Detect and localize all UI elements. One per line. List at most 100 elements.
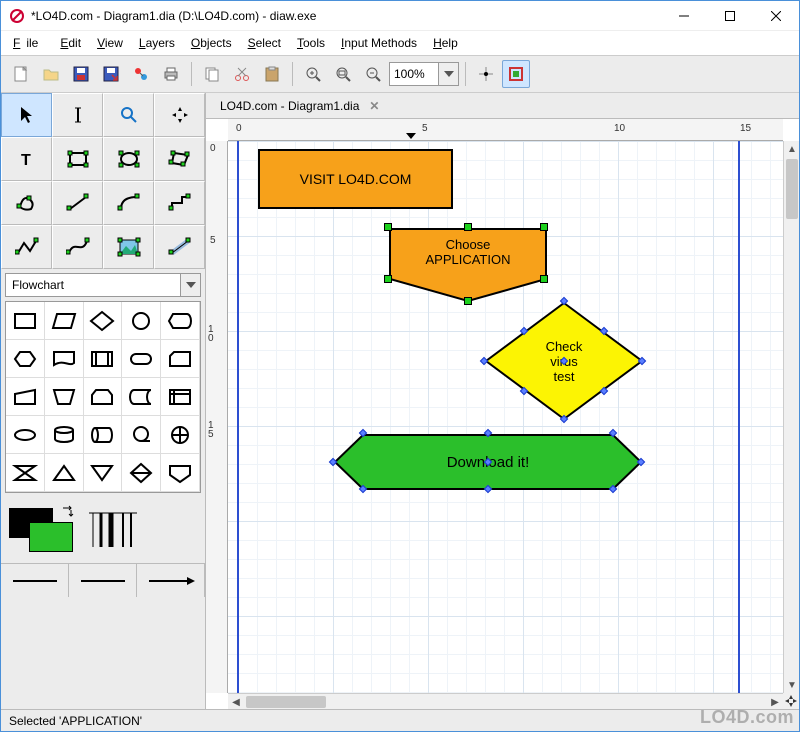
- menu-objects[interactable]: Objects: [185, 34, 238, 52]
- menu-input-methods[interactable]: Input Methods: [335, 34, 423, 52]
- snap-crosshair-button[interactable]: [472, 60, 500, 88]
- shape-text: APPLICATION: [388, 252, 548, 267]
- magnify-tool[interactable]: [103, 93, 154, 137]
- canvas[interactable]: VISIT LO4D.COM Choose APPLICATION: [228, 141, 783, 693]
- polygon-tool[interactable]: [154, 137, 205, 181]
- tab-close-icon[interactable]: ✕: [365, 99, 383, 113]
- paste-button[interactable]: [258, 60, 286, 88]
- window-title: *LO4D.com - Diagram1.dia (D:\LO4D.com) -…: [31, 9, 661, 23]
- shape-category-input[interactable]: [6, 278, 180, 292]
- outline-tool[interactable]: [154, 225, 205, 269]
- menu-help[interactable]: Help: [427, 34, 464, 52]
- line-tool[interactable]: [52, 181, 103, 225]
- menu-file[interactable]: File: [7, 34, 50, 52]
- flowchart-offpage-box[interactable]: Choose APPLICATION: [388, 227, 548, 303]
- zoom-in-button[interactable]: [299, 60, 327, 88]
- shape-stored-data[interactable]: [122, 378, 161, 416]
- line-end-arrow[interactable]: [137, 564, 205, 597]
- shape-merge[interactable]: [84, 454, 123, 492]
- shape-internal-storage[interactable]: [161, 378, 200, 416]
- ruler-tick: 10: [614, 123, 625, 134]
- color-swatches: [5, 499, 201, 559]
- zoom-out-button[interactable]: [359, 60, 387, 88]
- line-style-solid[interactable]: [69, 564, 137, 597]
- flowchart-decision-diamond[interactable]: Check virus test: [484, 301, 644, 421]
- fg-bg-swatch[interactable]: [5, 504, 75, 554]
- shape-sequential[interactable]: [122, 416, 161, 454]
- menu-view[interactable]: View: [91, 34, 129, 52]
- ellipse-tool[interactable]: [103, 137, 154, 181]
- shape-collate[interactable]: [6, 454, 45, 492]
- menu-edit[interactable]: Edit: [54, 34, 87, 52]
- scrollbar-vertical[interactable]: ▲ ▼: [783, 141, 799, 693]
- save-button[interactable]: [67, 60, 95, 88]
- nav-corner-icon[interactable]: [783, 693, 799, 709]
- chevron-down-icon[interactable]: [180, 274, 200, 296]
- polyline-tool[interactable]: [1, 225, 52, 269]
- shape-predefined[interactable]: [84, 340, 123, 378]
- stroke-samples[interactable]: [87, 507, 139, 551]
- minimize-button[interactable]: [661, 1, 707, 31]
- ruler-tick: 0: [236, 123, 242, 134]
- tool-grid: T: [1, 93, 205, 269]
- image-tool[interactable]: [103, 225, 154, 269]
- new-file-button[interactable]: [7, 60, 35, 88]
- zigzag-tool[interactable]: [154, 181, 205, 225]
- shape-io[interactable]: [45, 302, 84, 340]
- shape-palette: [5, 301, 201, 493]
- shape-card[interactable]: [161, 340, 200, 378]
- pointer-tool[interactable]: [1, 93, 52, 137]
- shape-terminal[interactable]: [122, 340, 161, 378]
- text-cursor-tool[interactable]: [52, 93, 103, 137]
- ruler-tick: 5: [422, 123, 428, 134]
- shape-sort[interactable]: [122, 454, 161, 492]
- shape-connector[interactable]: [122, 302, 161, 340]
- shape-offpage[interactable]: [161, 454, 200, 492]
- bezier-tool[interactable]: [52, 225, 103, 269]
- shape-or[interactable]: [161, 416, 200, 454]
- flowchart-preparation-hexagon[interactable]: Download it!: [333, 433, 643, 491]
- export-button[interactable]: [127, 60, 155, 88]
- line-start-none[interactable]: [1, 564, 69, 597]
- scroll-tool[interactable]: [154, 93, 205, 137]
- box-tool[interactable]: [52, 137, 103, 181]
- shape-display[interactable]: [161, 302, 200, 340]
- menu-tools[interactable]: Tools: [291, 34, 331, 52]
- shape-manual-input[interactable]: [6, 378, 45, 416]
- open-file-button[interactable]: [37, 60, 65, 88]
- text-tool[interactable]: T: [1, 137, 52, 181]
- menu-layers[interactable]: Layers: [133, 34, 181, 52]
- document-tab[interactable]: LO4D.com - Diagram1.dia ✕: [212, 96, 391, 116]
- ruler-horizontal: 0 5 10 15: [228, 119, 783, 141]
- save-as-button[interactable]: [97, 60, 125, 88]
- shape-extract[interactable]: [45, 454, 84, 492]
- close-button[interactable]: [753, 1, 799, 31]
- copy-button[interactable]: [198, 60, 226, 88]
- flowchart-process-box[interactable]: VISIT LO4D.COM: [258, 149, 453, 209]
- zoom-dropdown-icon[interactable]: [438, 63, 458, 85]
- shape-decision[interactable]: [84, 302, 123, 340]
- shape-delay[interactable]: [6, 416, 45, 454]
- zoom-input[interactable]: [390, 63, 438, 85]
- shape-transaction[interactable]: [6, 340, 45, 378]
- cut-button[interactable]: [228, 60, 256, 88]
- shape-process[interactable]: [6, 302, 45, 340]
- shape-loop-limit[interactable]: [84, 378, 123, 416]
- snap-object-button[interactable]: [502, 60, 530, 88]
- shape-direct-data[interactable]: [84, 416, 123, 454]
- menu-select[interactable]: Select: [242, 34, 287, 52]
- print-button[interactable]: [157, 60, 185, 88]
- shape-category-combobox[interactable]: [5, 273, 201, 297]
- beziergon-tool[interactable]: [1, 181, 52, 225]
- arc-tool[interactable]: [103, 181, 154, 225]
- zoom-fit-button[interactable]: [329, 60, 357, 88]
- shape-text: test: [484, 369, 644, 384]
- line-styles: [1, 563, 205, 597]
- shape-manual-op[interactable]: [45, 378, 84, 416]
- zoom-combobox[interactable]: [389, 62, 459, 86]
- shape-magnetic-disk[interactable]: [45, 416, 84, 454]
- shape-document[interactable]: [45, 340, 84, 378]
- scrollbar-horizontal[interactable]: ◀ ▶: [228, 693, 783, 709]
- ruler-tick: 5: [210, 235, 216, 246]
- maximize-button[interactable]: [707, 1, 753, 31]
